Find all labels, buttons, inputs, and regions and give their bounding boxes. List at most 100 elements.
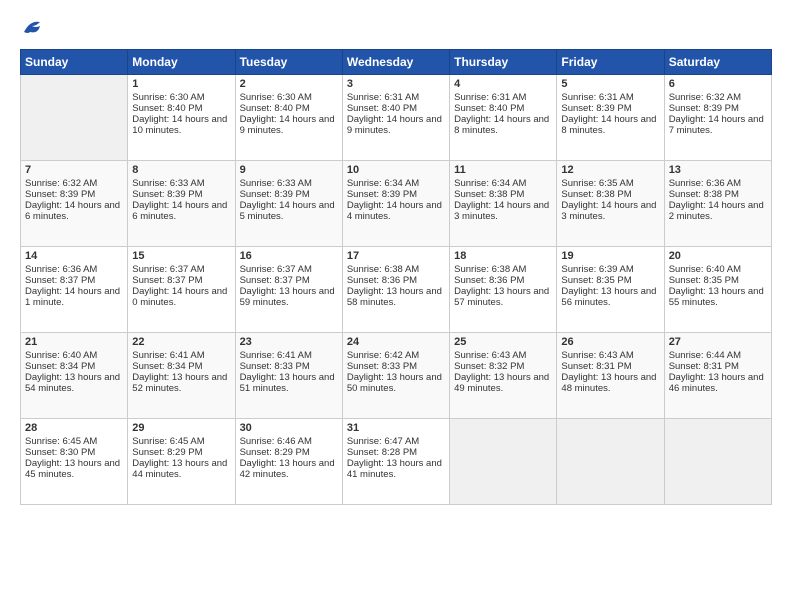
sunset-text: Sunset: 8:36 PM	[454, 275, 552, 286]
sunset-text: Sunset: 8:38 PM	[454, 189, 552, 200]
sunset-text: Sunset: 8:38 PM	[561, 189, 659, 200]
sunset-text: Sunset: 8:31 PM	[669, 361, 767, 372]
daylight-text: Daylight: 13 hours and 58 minutes.	[347, 286, 445, 308]
daylight-text: Daylight: 14 hours and 7 minutes.	[669, 114, 767, 136]
sunset-text: Sunset: 8:35 PM	[669, 275, 767, 286]
sunrise-text: Sunrise: 6:41 AM	[240, 350, 338, 361]
sunset-text: Sunset: 8:28 PM	[347, 447, 445, 458]
day-header-monday: Monday	[128, 50, 235, 75]
daylight-text: Daylight: 13 hours and 55 minutes.	[669, 286, 767, 308]
sunrise-text: Sunrise: 6:43 AM	[561, 350, 659, 361]
daylight-text: Daylight: 14 hours and 3 minutes.	[454, 200, 552, 222]
calendar-cell: 5Sunrise: 6:31 AMSunset: 8:39 PMDaylight…	[557, 75, 664, 161]
daylight-text: Daylight: 14 hours and 1 minute.	[25, 286, 123, 308]
daylight-text: Daylight: 13 hours and 54 minutes.	[25, 372, 123, 394]
page: SundayMondayTuesdayWednesdayThursdayFrid…	[0, 0, 792, 612]
day-header-friday: Friday	[557, 50, 664, 75]
daylight-text: Daylight: 13 hours and 46 minutes.	[669, 372, 767, 394]
day-number: 29	[132, 422, 230, 434]
calendar-cell: 24Sunrise: 6:42 AMSunset: 8:33 PMDayligh…	[342, 333, 449, 419]
calendar-week-row: 21Sunrise: 6:40 AMSunset: 8:34 PMDayligh…	[21, 333, 772, 419]
sunrise-text: Sunrise: 6:45 AM	[25, 436, 123, 447]
sunset-text: Sunset: 8:40 PM	[454, 103, 552, 114]
day-number: 7	[25, 164, 123, 176]
calendar: SundayMondayTuesdayWednesdayThursdayFrid…	[20, 49, 772, 602]
calendar-cell: 9Sunrise: 6:33 AMSunset: 8:39 PMDaylight…	[235, 161, 342, 247]
sunset-text: Sunset: 8:39 PM	[25, 189, 123, 200]
day-number: 12	[561, 164, 659, 176]
daylight-text: Daylight: 13 hours and 44 minutes.	[132, 458, 230, 480]
sunset-text: Sunset: 8:37 PM	[25, 275, 123, 286]
sunrise-text: Sunrise: 6:31 AM	[561, 92, 659, 103]
sunrise-text: Sunrise: 6:39 AM	[561, 264, 659, 275]
daylight-text: Daylight: 14 hours and 9 minutes.	[240, 114, 338, 136]
sunset-text: Sunset: 8:36 PM	[347, 275, 445, 286]
sunset-text: Sunset: 8:39 PM	[669, 103, 767, 114]
daylight-text: Daylight: 13 hours and 49 minutes.	[454, 372, 552, 394]
sunrise-text: Sunrise: 6:44 AM	[669, 350, 767, 361]
sunrise-text: Sunrise: 6:37 AM	[132, 264, 230, 275]
sunrise-text: Sunrise: 6:43 AM	[454, 350, 552, 361]
day-number: 27	[669, 336, 767, 348]
sunset-text: Sunset: 8:39 PM	[240, 189, 338, 200]
day-number: 20	[669, 250, 767, 262]
calendar-cell: 15Sunrise: 6:37 AMSunset: 8:37 PMDayligh…	[128, 247, 235, 333]
calendar-cell: 1Sunrise: 6:30 AMSunset: 8:40 PMDaylight…	[128, 75, 235, 161]
calendar-cell: 2Sunrise: 6:30 AMSunset: 8:40 PMDaylight…	[235, 75, 342, 161]
calendar-cell: 26Sunrise: 6:43 AMSunset: 8:31 PMDayligh…	[557, 333, 664, 419]
sunrise-text: Sunrise: 6:37 AM	[240, 264, 338, 275]
calendar-cell: 23Sunrise: 6:41 AMSunset: 8:33 PMDayligh…	[235, 333, 342, 419]
calendar-cell: 11 Sunrise: 6:34 AMSunset: 8:38 PMDayligh…	[450, 161, 557, 247]
day-number: 11	[454, 164, 552, 176]
day-number: 22	[132, 336, 230, 348]
calendar-week-row: 1Sunrise: 6:30 AMSunset: 8:40 PMDaylight…	[21, 75, 772, 161]
sunset-text: Sunset: 8:34 PM	[25, 361, 123, 372]
sunrise-text: Sunrise: 6:38 AM	[454, 264, 552, 275]
sunrise-text: Sunrise: 6:34 AM	[454, 178, 552, 189]
calendar-cell: 22Sunrise: 6:41 AMSunset: 8:34 PMDayligh…	[128, 333, 235, 419]
daylight-text: Daylight: 14 hours and 6 minutes.	[132, 200, 230, 222]
calendar-header-row: SundayMondayTuesdayWednesdayThursdayFrid…	[21, 50, 772, 75]
daylight-text: Daylight: 14 hours and 4 minutes.	[347, 200, 445, 222]
day-number: 19	[561, 250, 659, 262]
calendar-cell: 10 Sunrise: 6:34 AMSunset: 8:39 PMDayligh…	[342, 161, 449, 247]
sunset-text: Sunset: 8:29 PM	[240, 447, 338, 458]
day-number: 3	[347, 78, 445, 90]
calendar-cell: 31Sunrise: 6:47 AMSunset: 8:28 PMDayligh…	[342, 419, 449, 505]
sunset-text: Sunset: 8:38 PM	[669, 189, 767, 200]
day-number: 5	[561, 78, 659, 90]
sunset-text: Sunset: 8:40 PM	[347, 103, 445, 114]
daylight-text: Daylight: 13 hours and 51 minutes.	[240, 372, 338, 394]
daylight-text: Daylight: 14 hours and 3 minutes.	[561, 200, 659, 222]
daylight-text: Daylight: 14 hours and 10 minutes.	[132, 114, 230, 136]
day-number: 17	[347, 250, 445, 262]
daylight-text: Daylight: 13 hours and 48 minutes.	[561, 372, 659, 394]
sunrise-text: Sunrise: 6:47 AM	[347, 436, 445, 447]
calendar-cell: 4Sunrise: 6:31 AMSunset: 8:40 PMDaylight…	[450, 75, 557, 161]
calendar-cell: 13Sunrise: 6:36 AMSunset: 8:38 PMDayligh…	[664, 161, 771, 247]
calendar-cell: 19Sunrise: 6:39 AMSunset: 8:35 PMDayligh…	[557, 247, 664, 333]
sunrise-text: Sunrise: 6:45 AM	[132, 436, 230, 447]
calendar-cell: 29Sunrise: 6:45 AMSunset: 8:29 PMDayligh…	[128, 419, 235, 505]
daylight-text: Daylight: 14 hours and 5 minutes.	[240, 200, 338, 222]
sunrise-text: Sunrise: 6:34 AM	[347, 178, 445, 189]
calendar-cell: 21Sunrise: 6:40 AMSunset: 8:34 PMDayligh…	[21, 333, 128, 419]
day-number: 10	[347, 164, 445, 176]
sunrise-text: Sunrise: 6:46 AM	[240, 436, 338, 447]
calendar-week-row: 28Sunrise: 6:45 AMSunset: 8:30 PMDayligh…	[21, 419, 772, 505]
sunrise-text: Sunrise: 6:30 AM	[240, 92, 338, 103]
calendar-cell: 6Sunrise: 6:32 AMSunset: 8:39 PMDaylight…	[664, 75, 771, 161]
logo-bird-icon	[22, 18, 44, 41]
sunset-text: Sunset: 8:34 PM	[132, 361, 230, 372]
sunset-text: Sunset: 8:39 PM	[347, 189, 445, 200]
daylight-text: Daylight: 13 hours and 42 minutes.	[240, 458, 338, 480]
sunrise-text: Sunrise: 6:38 AM	[347, 264, 445, 275]
daylight-text: Daylight: 14 hours and 6 minutes.	[25, 200, 123, 222]
sunrise-text: Sunrise: 6:42 AM	[347, 350, 445, 361]
calendar-cell: 8Sunrise: 6:33 AMSunset: 8:39 PMDaylight…	[128, 161, 235, 247]
sunrise-text: Sunrise: 6:35 AM	[561, 178, 659, 189]
day-header-sunday: Sunday	[21, 50, 128, 75]
sunrise-text: Sunrise: 6:33 AM	[240, 178, 338, 189]
calendar-cell: 28Sunrise: 6:45 AMSunset: 8:30 PMDayligh…	[21, 419, 128, 505]
calendar-cell	[450, 419, 557, 505]
